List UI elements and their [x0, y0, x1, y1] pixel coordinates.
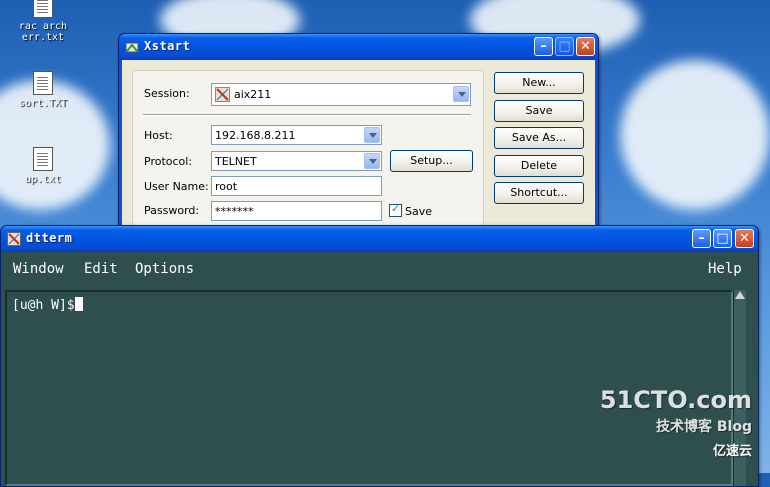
protocol-select[interactable]: TELNET: [211, 151, 382, 171]
protocol-label: Protocol:: [144, 155, 193, 168]
username-field[interactable]: root: [211, 176, 382, 196]
minimize-button[interactable]: –: [534, 37, 553, 56]
menu-bar: Window Edit Options Help: [1, 252, 758, 285]
session-value: aix211: [234, 88, 272, 101]
host-value: 192.168.8.211: [215, 129, 296, 142]
close-button[interactable]: ✕: [576, 37, 595, 56]
session-label: Session:: [144, 87, 190, 100]
close-button[interactable]: ✕: [735, 229, 754, 248]
text-file-icon: [33, 71, 53, 95]
xstart-window: Xstart – □ ✕ Session: aix211 Host: 192.1…: [118, 33, 599, 247]
save-password-checkbox[interactable]: [389, 202, 402, 217]
session-select[interactable]: aix211: [211, 83, 471, 106]
save-checkbox-label: Save: [405, 205, 433, 218]
xstart-app-icon: [125, 42, 139, 53]
desktop-icon-label: up.txt: [24, 174, 62, 185]
watermark-brand: 亿速云: [712, 444, 752, 459]
watermark-line2: 技术博客 Blog: [656, 419, 752, 435]
username-label: User Name:: [144, 180, 209, 193]
text-cursor: [74, 297, 83, 311]
desktop-icon-label: rac arch: [18, 21, 68, 32]
desktop-icon-rac-arch-err[interactable]: rac arch err.txt: [8, 0, 78, 43]
menu-help[interactable]: Help: [708, 261, 742, 277]
desktop-icon-label: err.txt: [21, 32, 65, 43]
desktop-icon-up[interactable]: up.txt: [8, 147, 78, 185]
watermark-line1: 51CTO.com: [599, 386, 752, 414]
desktop-icon-sort[interactable]: sort.TXT: [8, 71, 78, 109]
chevron-down-icon[interactable]: [453, 86, 469, 102]
host-select[interactable]: 192.168.8.211: [211, 125, 382, 145]
scroll-up-arrow-icon[interactable]: [735, 291, 745, 299]
divider: [143, 114, 471, 115]
host-label: Host:: [144, 129, 173, 142]
text-file-icon: [33, 147, 53, 171]
menu-window[interactable]: Window: [13, 261, 64, 277]
chevron-down-icon[interactable]: [364, 153, 380, 169]
minimize-button[interactable]: –: [692, 229, 711, 248]
delete-button[interactable]: Delete: [494, 155, 584, 177]
password-field[interactable]: *******: [211, 201, 382, 221]
new-button[interactable]: New...: [494, 72, 584, 94]
protocol-value: TELNET: [215, 155, 257, 168]
shortcut-button[interactable]: Shortcut...: [494, 182, 584, 204]
cloud: [620, 60, 770, 210]
maximize-button[interactable]: □: [713, 229, 732, 248]
prompt-text: [u@h W]$: [12, 298, 75, 313]
window-title: dtterm: [26, 231, 73, 245]
menu-edit[interactable]: Edit: [84, 261, 118, 277]
watermark: 51CTO.com 技术博客 Blog 亿速云: [600, 386, 752, 459]
text-file-icon: [33, 0, 53, 18]
window-title: Xstart: [144, 39, 191, 53]
setup-button[interactable]: Setup...: [390, 150, 473, 172]
xstart-titlebar[interactable]: Xstart – □ ✕: [119, 34, 598, 60]
save-as-button[interactable]: Save As...: [494, 127, 584, 149]
session-icon: [215, 87, 230, 102]
desktop-icon-label: sort.TXT: [18, 98, 68, 109]
menu-options[interactable]: Options: [135, 261, 194, 277]
save-button[interactable]: Save: [494, 100, 584, 122]
terminal-prompt: [u@h W]$: [12, 297, 83, 313]
dtterm-titlebar[interactable]: dtterm – □ ✕: [1, 226, 758, 252]
xstart-body: Session: aix211 Host: 192.168.8.211 Prot…: [122, 60, 595, 247]
password-label: Password:: [144, 204, 200, 217]
session-group: Session: aix211 Host: 192.168.8.211 Prot…: [132, 70, 484, 247]
dtterm-app-icon: [7, 232, 21, 246]
maximize-button[interactable]: □: [555, 37, 574, 56]
chevron-down-icon[interactable]: [364, 127, 380, 143]
